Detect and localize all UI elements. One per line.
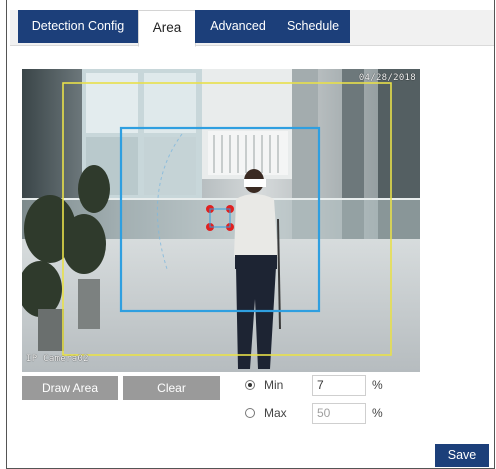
save-button[interactable]: Save [435, 444, 489, 467]
max-unit-label: % [372, 406, 383, 420]
camera-scene [22, 69, 420, 372]
tab-bar: Detection Config Area Advanced Schedule [10, 10, 494, 47]
max-radio[interactable] [245, 408, 255, 418]
camera-preview[interactable]: 04/28/2018 IP Camera02 [22, 69, 420, 372]
min-unit-label: % [372, 378, 383, 392]
tab-advanced[interactable]: Advanced [195, 10, 281, 43]
max-label: Max [264, 406, 287, 420]
tab-area[interactable]: Area [138, 10, 196, 47]
min-label: Min [264, 378, 284, 392]
clear-button[interactable]: Clear [123, 376, 220, 400]
max-size-input[interactable]: 50 [312, 403, 366, 424]
draw-area-button[interactable]: Draw Area [22, 376, 118, 400]
tab-detection-config[interactable]: Detection Config [18, 10, 138, 43]
camera-name-overlay: IP Camera02 [26, 354, 89, 364]
min-size-input[interactable]: 7 [312, 375, 366, 396]
min-radio[interactable] [245, 380, 255, 390]
tab-schedule[interactable]: Schedule [276, 10, 350, 43]
timestamp-overlay: 04/28/2018 [358, 73, 416, 83]
